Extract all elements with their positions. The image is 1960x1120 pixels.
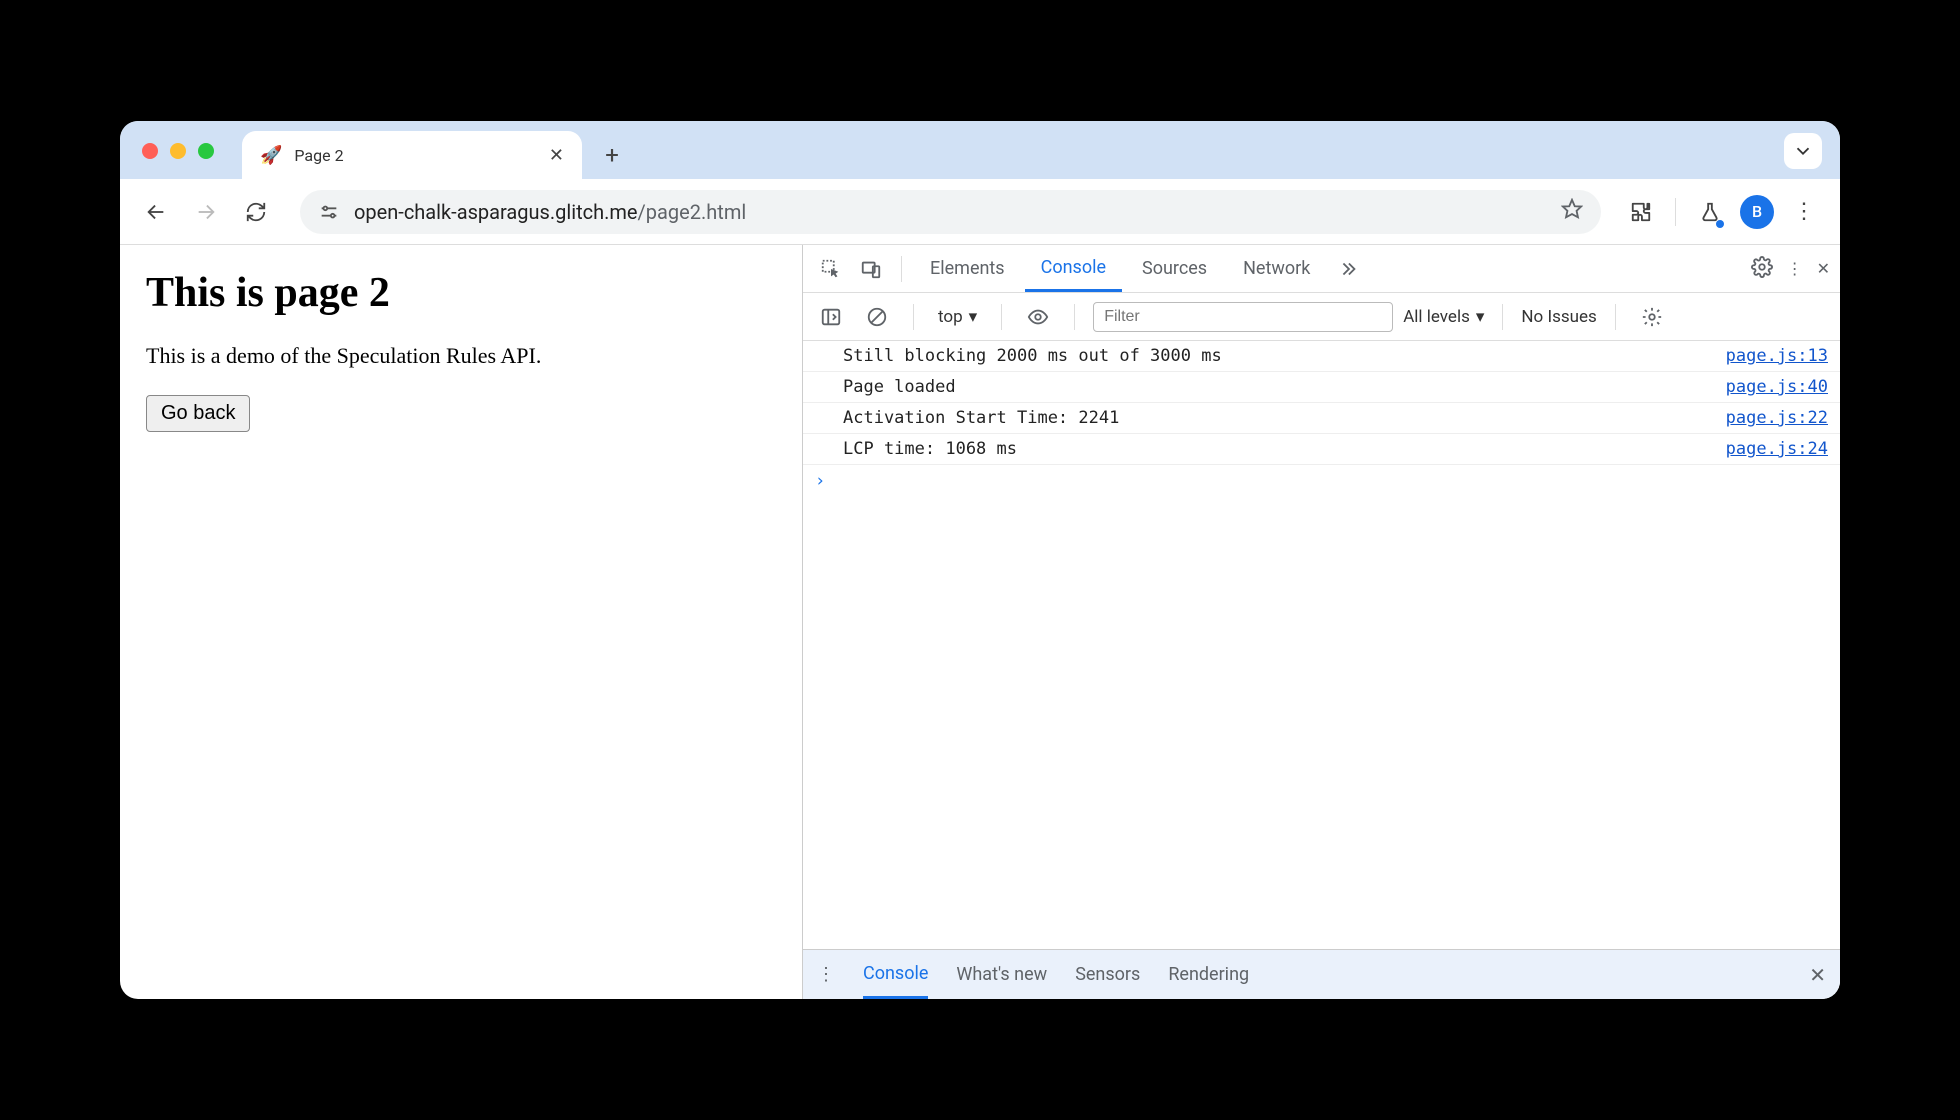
- clear-icon: [866, 306, 888, 328]
- minimize-window-button[interactable]: [170, 143, 186, 159]
- context-selector[interactable]: top ▾: [932, 307, 983, 327]
- close-tab-button[interactable]: ✕: [549, 145, 564, 166]
- page-paragraph: This is a demo of the Speculation Rules …: [146, 343, 776, 369]
- browser-menu-button[interactable]: ⋮: [1784, 192, 1824, 232]
- devices-icon: [860, 258, 882, 280]
- drawer-tab-whats-new[interactable]: What's new: [956, 950, 1047, 999]
- separator: [1001, 304, 1002, 330]
- live-expression-button[interactable]: [1020, 299, 1056, 335]
- eye-icon: [1027, 306, 1049, 328]
- log-source-link[interactable]: page.js:13: [1726, 346, 1828, 366]
- console-toolbar: top ▾ All levels▾ No Issues: [803, 293, 1840, 341]
- bookmark-button[interactable]: [1561, 198, 1583, 226]
- drawer-tab-sensors[interactable]: Sensors: [1075, 950, 1140, 999]
- back-button[interactable]: [136, 192, 176, 232]
- caret-down-icon: ▾: [969, 307, 978, 327]
- tab-search-button[interactable]: [1784, 133, 1822, 169]
- flask-icon: [1699, 201, 1721, 223]
- devtools-settings-button[interactable]: [1751, 256, 1773, 282]
- devtools-panel: Elements Console Sources Network ⋮ ✕: [802, 245, 1840, 999]
- inspect-element-button[interactable]: [813, 251, 849, 287]
- gear-icon: [1641, 306, 1663, 328]
- issues-indicator[interactable]: No Issues: [1521, 307, 1596, 327]
- console-log-row: Page loaded page.js:40: [803, 372, 1840, 403]
- console-log-row: Still blocking 2000 ms out of 3000 ms pa…: [803, 341, 1840, 372]
- window-controls: [142, 143, 214, 159]
- tab-strip: 🚀 Page 2 ✕ +: [120, 121, 1840, 179]
- avatar-initial: B: [1752, 202, 1762, 221]
- console-log-row: LCP time: 1068 ms page.js:24: [803, 434, 1840, 465]
- forward-button[interactable]: [186, 192, 226, 232]
- star-icon: [1561, 198, 1583, 220]
- experiments-button[interactable]: [1690, 192, 1730, 232]
- toggle-sidebar-button[interactable]: [813, 299, 849, 335]
- devtools-close-button[interactable]: ✕: [1817, 259, 1830, 278]
- device-toolbar-button[interactable]: [853, 251, 889, 287]
- drawer-close-button[interactable]: ✕: [1809, 963, 1826, 987]
- rendered-page: This is page 2 This is a demo of the Spe…: [120, 245, 802, 999]
- console-prompt[interactable]: ›: [803, 465, 1840, 497]
- reload-icon: [245, 201, 267, 223]
- new-tab-button[interactable]: +: [592, 135, 632, 175]
- chevron-down-icon: [1792, 140, 1814, 162]
- separator: [1074, 304, 1075, 330]
- separator: [913, 304, 914, 330]
- separator: [1502, 304, 1503, 330]
- puzzle-icon: [1630, 201, 1652, 223]
- drawer-menu-button[interactable]: ⋮: [817, 964, 835, 985]
- address-bar[interactable]: open-chalk-asparagus.glitch.me/page2.htm…: [300, 190, 1601, 234]
- tab-network[interactable]: Network: [1227, 245, 1326, 292]
- tab-elements[interactable]: Elements: [914, 245, 1021, 292]
- log-source-link[interactable]: page.js:22: [1726, 408, 1828, 428]
- tab-favicon-icon: 🚀: [260, 145, 282, 166]
- log-levels-dropdown[interactable]: All levels▾: [1403, 307, 1484, 327]
- console-settings-button[interactable]: [1634, 299, 1670, 335]
- log-message: LCP time: 1068 ms: [843, 439, 1706, 459]
- maximize-window-button[interactable]: [198, 143, 214, 159]
- clear-console-button[interactable]: [859, 299, 895, 335]
- drawer-tab-console[interactable]: Console: [863, 950, 928, 999]
- drawer-tab-rendering[interactable]: Rendering: [1168, 950, 1249, 999]
- extensions-button[interactable]: [1621, 192, 1661, 232]
- arrow-left-icon: [145, 201, 167, 223]
- separator: [901, 256, 902, 282]
- console-output: Still blocking 2000 ms out of 3000 ms pa…: [803, 341, 1840, 949]
- log-message: Still blocking 2000 ms out of 3000 ms: [843, 346, 1706, 366]
- separator: [1615, 304, 1616, 330]
- tab-title: Page 2: [294, 146, 536, 165]
- browser-toolbar: open-chalk-asparagus.glitch.me/page2.htm…: [120, 179, 1840, 245]
- toolbar-divider: [1675, 198, 1676, 226]
- console-log-row: Activation Start Time: 2241 page.js:22: [803, 403, 1840, 434]
- inspect-icon: [820, 258, 842, 280]
- url-text: open-chalk-asparagus.glitch.me/page2.htm…: [354, 200, 746, 224]
- site-settings-icon[interactable]: [318, 201, 340, 223]
- devtools-drawer: ⋮ Console What's new Sensors Rendering ✕: [803, 949, 1840, 999]
- browser-window: 🚀 Page 2 ✕ + open-chalk-asparagus.glitch…: [120, 121, 1840, 999]
- devtools-tab-bar: Elements Console Sources Network ⋮ ✕: [803, 245, 1840, 293]
- go-back-button[interactable]: Go back: [146, 395, 250, 432]
- chevrons-right-icon: [1337, 258, 1359, 280]
- close-window-button[interactable]: [142, 143, 158, 159]
- sidebar-icon: [820, 306, 842, 328]
- devtools-menu-button[interactable]: ⋮: [1787, 259, 1803, 278]
- profile-avatar[interactable]: B: [1740, 195, 1774, 229]
- log-source-link[interactable]: page.js:24: [1726, 439, 1828, 459]
- log-source-link[interactable]: page.js:40: [1726, 377, 1828, 397]
- gear-icon: [1751, 256, 1773, 278]
- browser-tab[interactable]: 🚀 Page 2 ✕: [242, 131, 582, 179]
- tab-console[interactable]: Console: [1025, 245, 1122, 292]
- caret-down-icon: ▾: [1476, 307, 1485, 327]
- console-filter-input[interactable]: [1093, 302, 1393, 332]
- arrow-right-icon: [195, 201, 217, 223]
- log-message: Activation Start Time: 2241: [843, 408, 1706, 428]
- tab-sources[interactable]: Sources: [1126, 245, 1223, 292]
- reload-button[interactable]: [236, 192, 276, 232]
- more-tabs-button[interactable]: [1330, 251, 1366, 287]
- log-message: Page loaded: [843, 377, 1706, 397]
- page-heading: This is page 2: [146, 269, 776, 317]
- content-area: This is page 2 This is a demo of the Spe…: [120, 245, 1840, 999]
